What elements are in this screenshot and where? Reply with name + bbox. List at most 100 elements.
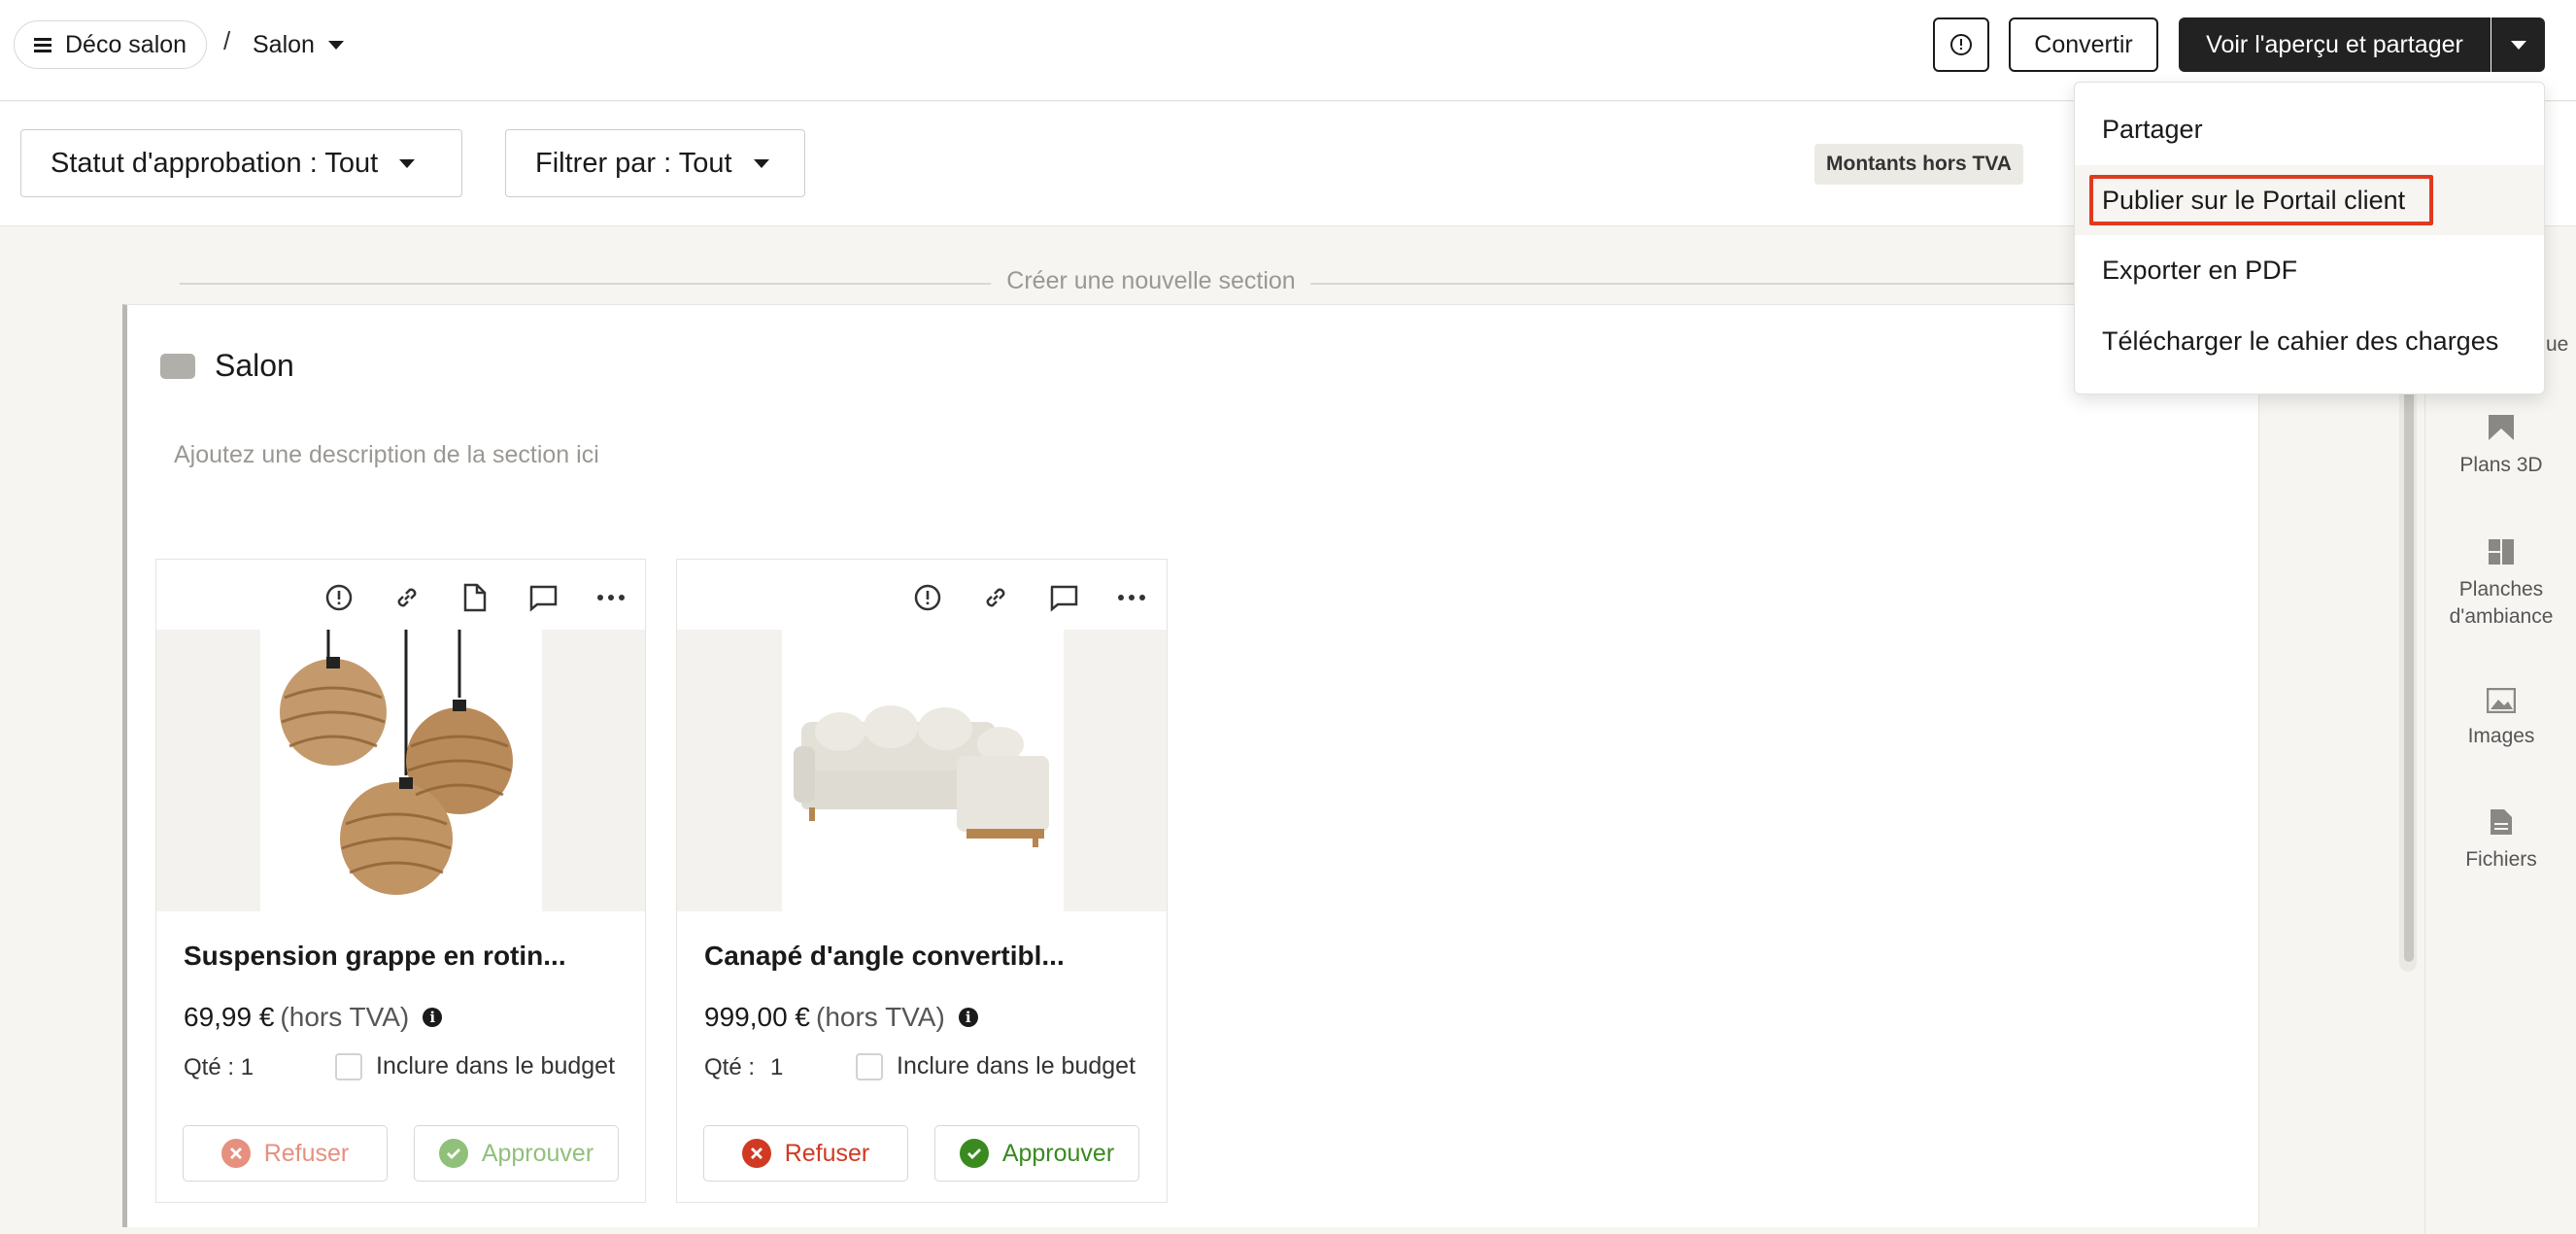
price-value: 999,00 € <box>704 1002 810 1032</box>
refuse-label: Refuser <box>263 1139 350 1167</box>
sidebar-item-files[interactable]: Fichiers <box>2425 807 2576 874</box>
quantity-label: Qté : <box>704 1054 756 1080</box>
create-section-label[interactable]: Créer une nouvelle section <box>991 267 1311 295</box>
sidebar-item-moodboards[interactable]: Planches d'ambiance <box>2425 537 2576 631</box>
include-budget-label: Inclure dans le budget <box>376 1052 616 1080</box>
menu-item-label: Partager <box>2102 114 2203 144</box>
quantity[interactable]: Qté : 1 <box>184 1054 269 1081</box>
product-image-area <box>156 630 645 911</box>
product-price: 999,00 € (hors TVA) i <box>704 1002 978 1033</box>
product-actions <box>317 573 633 622</box>
sidebar-item-label: Planches d'ambiance <box>2449 578 2554 628</box>
info-icon[interactable] <box>317 575 361 620</box>
refuse-button[interactable]: Refuser <box>703 1125 908 1182</box>
more-icon[interactable] <box>589 575 633 620</box>
approve-label: Approuver <box>481 1139 594 1167</box>
info-icon[interactable]: i <box>958 1008 978 1027</box>
menu-icon <box>34 38 51 52</box>
info-button[interactable] <box>1933 17 1989 72</box>
product-price: 69,99 € (hors TVA) i <box>184 1002 443 1033</box>
refuse-label: Refuser <box>784 1139 870 1167</box>
approve-button[interactable]: Approuver <box>934 1125 1139 1182</box>
filter-by-dropdown[interactable]: Filtrer par : Tout <box>505 129 805 197</box>
section-title[interactable]: Salon <box>215 348 294 384</box>
filter-by-label: Filtrer par : Tout <box>535 147 732 179</box>
product-name[interactable]: Canapé d'angle convertibl... <box>704 941 1065 972</box>
sidebar-item-plans-3d[interactable]: Plans 3D <box>2425 413 2576 479</box>
room-selector[interactable]: Salon <box>253 23 344 66</box>
chevron-down-icon <box>753 158 769 168</box>
quantity-value[interactable]: 1 <box>770 1054 783 1081</box>
chevron-down-icon <box>399 158 416 168</box>
product-actions <box>905 573 1154 622</box>
refuse-button[interactable]: Refuser <box>183 1125 388 1182</box>
scrollbar-thumb[interactable] <box>2404 350 2414 962</box>
include-budget-checkbox[interactable] <box>335 1052 362 1080</box>
create-section-divider[interactable]: Créer une nouvelle section <box>180 265 2122 300</box>
share-dropdown-menu: Partager Publier sur le Portail client E… <box>2074 82 2545 394</box>
info-icon <box>1950 34 1972 55</box>
menu-item-share[interactable]: Partager <box>2075 94 2544 164</box>
project-name: Déco salon <box>65 30 187 58</box>
link-icon[interactable] <box>973 575 1018 620</box>
menu-item-export-pdf[interactable]: Exporter en PDF <box>2075 235 2544 305</box>
product-card[interactable]: Canapé d'angle convertibl... 999,00 € (h… <box>676 559 1168 1203</box>
section-description[interactable]: Ajoutez une description de la section ic… <box>174 441 599 469</box>
comment-icon[interactable] <box>1041 575 1086 620</box>
menu-item-label: Télécharger le cahier des charges <box>2102 326 2499 356</box>
file-icon <box>2491 809 2512 835</box>
image-icon <box>2487 688 2516 713</box>
vat-badge: Montants hors TVA <box>1814 144 2023 185</box>
quantity-label: Qté : 1 <box>184 1054 254 1080</box>
product-image[interactable] <box>782 630 1064 911</box>
sidebar-partial-label: ue <box>2546 333 2569 356</box>
close-icon <box>220 1139 251 1168</box>
room-name: Salon <box>253 30 315 58</box>
include-budget[interactable]: Inclure dans le budget <box>335 1052 615 1080</box>
approve-button[interactable]: Approuver <box>414 1125 619 1182</box>
breadcrumb-separator: / <box>223 26 231 55</box>
quantity[interactable]: Qté : 1 <box>704 1054 783 1081</box>
include-budget-label: Inclure dans le budget <box>897 1052 1136 1080</box>
approve-label: Approuver <box>1001 1139 1115 1167</box>
menu-item-label: Exporter en PDF <box>2102 255 2298 285</box>
price-suffix: (hors TVA) <box>816 1002 945 1032</box>
menu-item-label: Publier sur le Portail client <box>2102 185 2406 215</box>
link-icon[interactable] <box>385 575 429 620</box>
product-image-area <box>677 630 1167 911</box>
section-color-swatch[interactable] <box>160 354 195 379</box>
price-value: 69,99 € <box>184 1002 275 1032</box>
info-icon[interactable] <box>905 575 950 620</box>
sidebar-item-label: Fichiers <box>2465 848 2537 871</box>
include-budget[interactable]: Inclure dans le budget <box>856 1052 1135 1080</box>
approval-status-label: Statut d'approbation : Tout <box>51 147 379 179</box>
more-icon[interactable] <box>1109 575 1154 620</box>
chevron-down-icon <box>327 40 344 50</box>
moodboard-icon <box>2489 539 2514 565</box>
sidebar-item-label: Plans 3D <box>2459 454 2543 476</box>
document-icon[interactable] <box>453 575 497 620</box>
sidebar-item-label: Images <box>2467 725 2535 747</box>
convert-button[interactable]: Convertir <box>2009 17 2158 72</box>
preview-share-button[interactable]: Voir l'aperçu et partager <box>2179 17 2491 72</box>
product-image[interactable] <box>260 630 542 911</box>
chevron-down-icon <box>2510 40 2526 50</box>
menu-item-download-specs[interactable]: Télécharger le cahier des charges <box>2075 306 2544 376</box>
sidebar-item-images[interactable]: Images <box>2425 688 2576 750</box>
comment-icon[interactable] <box>521 575 565 620</box>
check-icon <box>959 1139 989 1168</box>
menu-item-publish-portal[interactable]: Publier sur le Portail client <box>2075 165 2544 235</box>
product-card[interactable]: Suspension grappe en rotin... 69,99 € (h… <box>155 559 646 1203</box>
project-menu-button[interactable]: Déco salon <box>14 20 208 69</box>
plans-3d-icon <box>2489 415 2514 440</box>
rattan-pendant-image <box>280 630 513 895</box>
approval-status-filter[interactable]: Statut d'approbation : Tout <box>20 129 462 197</box>
info-icon[interactable]: i <box>423 1008 443 1027</box>
share-dropdown-toggle[interactable] <box>2491 17 2545 72</box>
check-icon <box>438 1139 468 1168</box>
corner-sofa-image <box>794 705 1049 847</box>
product-name[interactable]: Suspension grappe en rotin... <box>184 941 566 972</box>
close-icon <box>741 1139 771 1168</box>
include-budget-checkbox[interactable] <box>856 1052 883 1080</box>
price-suffix: (hors TVA) <box>280 1002 410 1032</box>
